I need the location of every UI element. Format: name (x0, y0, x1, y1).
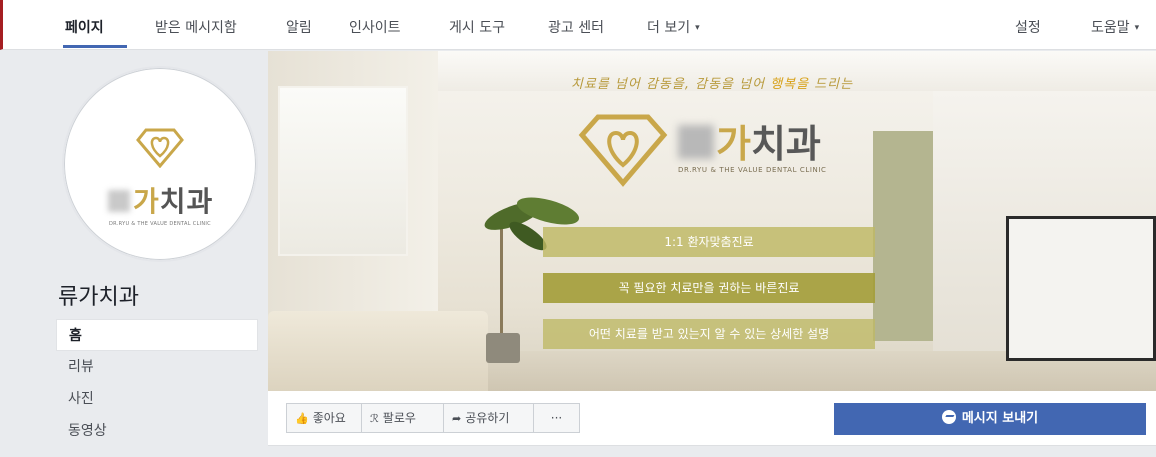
rss-icon: ℛ (370, 412, 379, 425)
left-nav: 홈 리뷰 사진 동영상 (56, 319, 258, 447)
tab-inbox[interactable]: 받은 메시지함 (155, 17, 237, 37)
chevron-down-icon: ▾ (695, 23, 700, 33)
messenger-icon (941, 410, 956, 424)
tab-notifications[interactable]: 알림 (286, 17, 312, 37)
tab-more-label: 더 보기 (647, 20, 691, 36)
cover-sofa (268, 311, 488, 391)
follow-label: 팔로우 (382, 411, 416, 425)
chevron-down-icon: ▾ (1134, 23, 1140, 33)
tooth-logo-icon (64, 126, 256, 172)
cover-brand: 가치과 (678, 113, 821, 168)
page-title[interactable]: 류가치과 (58, 279, 139, 311)
cover-tv (1006, 216, 1156, 361)
profile-brand: 가치과 (108, 180, 213, 220)
cover-feature-bar: 1:1 환자맞춤진료 (543, 227, 875, 257)
page-action-bar: 👍 좋아요 ℛ 팔로우 ➦ 공유하기 ··· 메시지 보내기 (268, 391, 1156, 446)
cover-photo[interactable]: 치료를 넘어 감동을, 감동을 넘어 행복을 드리는 가치과 DR.RYU & … (268, 51, 1156, 391)
tab-publishing-tools[interactable]: 게시 도구 (449, 17, 505, 37)
tab-insights[interactable]: 인사이트 (349, 17, 401, 37)
tab-help-label: 도움말 (1091, 20, 1130, 36)
cover-brand-chigwa: 치과 (750, 122, 821, 166)
cover-slogan: 치료를 넘어 감동을, 감동을 넘어 행복을 드리는 (570, 77, 854, 92)
thumbs-up-icon: 👍 (295, 412, 309, 425)
cover-window (278, 86, 408, 256)
send-message-label: 메시지 보내기 (961, 411, 1039, 426)
left-nav-reviews[interactable]: 리뷰 (56, 351, 258, 383)
page-top-nav: 페이지 받은 메시지함 알림 인사이트 게시 도구 광고 센터 더 보기 ▾ 설정… (0, 0, 1156, 50)
tab-ad-center[interactable]: 광고 센터 (548, 17, 604, 37)
cover-tagline: DR.RYU & THE VALUE DENTAL CLINIC (678, 166, 827, 174)
left-nav-videos[interactable]: 동영상 (56, 415, 258, 447)
blurred-name-char (678, 125, 714, 159)
cover-feature-bar: 어떤 치료를 받고 있는지 알 수 있는 상세한 설명 (543, 319, 875, 349)
active-tab-indicator (63, 45, 127, 48)
tab-more[interactable]: 더 보기 ▾ (647, 17, 700, 37)
cover-green-wall (873, 131, 933, 341)
brand-chigwa: 치과 (159, 185, 214, 218)
send-message-button[interactable]: 메시지 보내기 (834, 403, 1146, 435)
share-arrow-icon: ➦ (452, 412, 462, 425)
left-nav-home[interactable]: 홈 (56, 319, 258, 351)
share-button[interactable]: ➦ 공유하기 (444, 403, 534, 433)
cover-brand-ga: 가 (716, 122, 751, 166)
tab-help[interactable]: 도움말 ▾ (1091, 17, 1139, 37)
blurred-name-char (108, 190, 130, 212)
like-button[interactable]: 👍 좋아요 (286, 403, 362, 433)
left-column: 가치과 DR.RYU & THE VALUE DENTAL CLINIC 류가치… (0, 51, 268, 457)
plant-pot (486, 333, 520, 363)
left-nav-photos[interactable]: 사진 (56, 383, 258, 415)
more-options-button[interactable]: ··· (534, 403, 580, 433)
tab-page[interactable]: 페이지 (65, 17, 104, 37)
profile-picture[interactable]: 가치과 DR.RYU & THE VALUE DENTAL CLINIC (62, 66, 258, 262)
tab-settings[interactable]: 설정 (1015, 17, 1041, 37)
share-label: 공유하기 (465, 411, 510, 425)
cover-feature-bar: 꼭 필요한 치료만을 권하는 바른진료 (543, 273, 875, 303)
brand-ga: 가 (133, 185, 160, 218)
follow-button[interactable]: ℛ 팔로우 (362, 403, 444, 433)
like-label: 좋아요 (312, 411, 346, 425)
profile-tagline: DR.RYU & THE VALUE DENTAL CLINIC (109, 221, 211, 227)
